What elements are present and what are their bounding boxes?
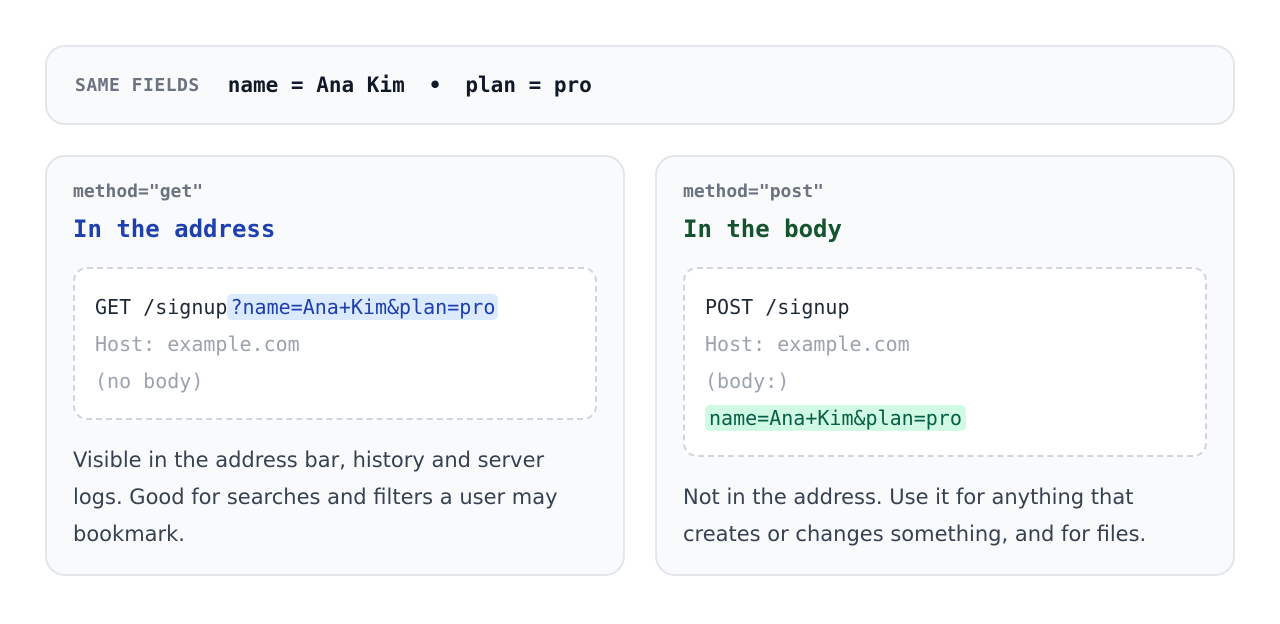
post-method-label: method="post" bbox=[683, 181, 824, 202]
get-body-note: (no body) bbox=[95, 369, 204, 393]
get-description: Visible in the address bar, history and … bbox=[73, 448, 558, 546]
post-request-line: POST /signup bbox=[705, 295, 850, 319]
field-separator: • bbox=[428, 73, 442, 97]
post-body-content: name=Ana+Kim&plan=pro bbox=[705, 405, 966, 431]
field-plan: plan = pro bbox=[465, 73, 592, 97]
get-method-label: method="get" bbox=[73, 181, 204, 202]
same-fields-label: SAME FIELDS bbox=[75, 74, 200, 96]
post-description: Not in the address. Use it for anything … bbox=[683, 485, 1147, 546]
get-card: method="get" In the address GET /signup?… bbox=[45, 155, 625, 576]
same-fields-bar: SAME FIELDS name = Ana Kim • plan = pro bbox=[45, 45, 1235, 125]
get-request-line: GET /signup ?name=Ana+Kim&plan=pro bbox=[95, 289, 575, 326]
post-body-label: (body:) bbox=[705, 369, 790, 393]
get-host-line: Host: example.com bbox=[95, 332, 300, 356]
post-host-line: Host: example.com bbox=[705, 332, 910, 356]
get-request-path: GET /signup bbox=[95, 295, 228, 319]
get-card-title: In the address bbox=[73, 215, 276, 243]
post-card: method="post" In the body POST /signup H… bbox=[655, 155, 1235, 576]
post-card-title: In the body bbox=[683, 215, 842, 243]
get-query-string: ?name=Ana+Kim&plan=pro bbox=[227, 294, 499, 320]
post-body-line: name=Ana+Kim&plan=pro bbox=[705, 400, 1185, 437]
get-request-box: GET /signup ?name=Ana+Kim&plan=pro Host: … bbox=[73, 267, 597, 420]
post-request-box: POST /signup Host: example.com (body:) n… bbox=[683, 267, 1207, 457]
field-name: name = Ana Kim bbox=[227, 73, 405, 97]
